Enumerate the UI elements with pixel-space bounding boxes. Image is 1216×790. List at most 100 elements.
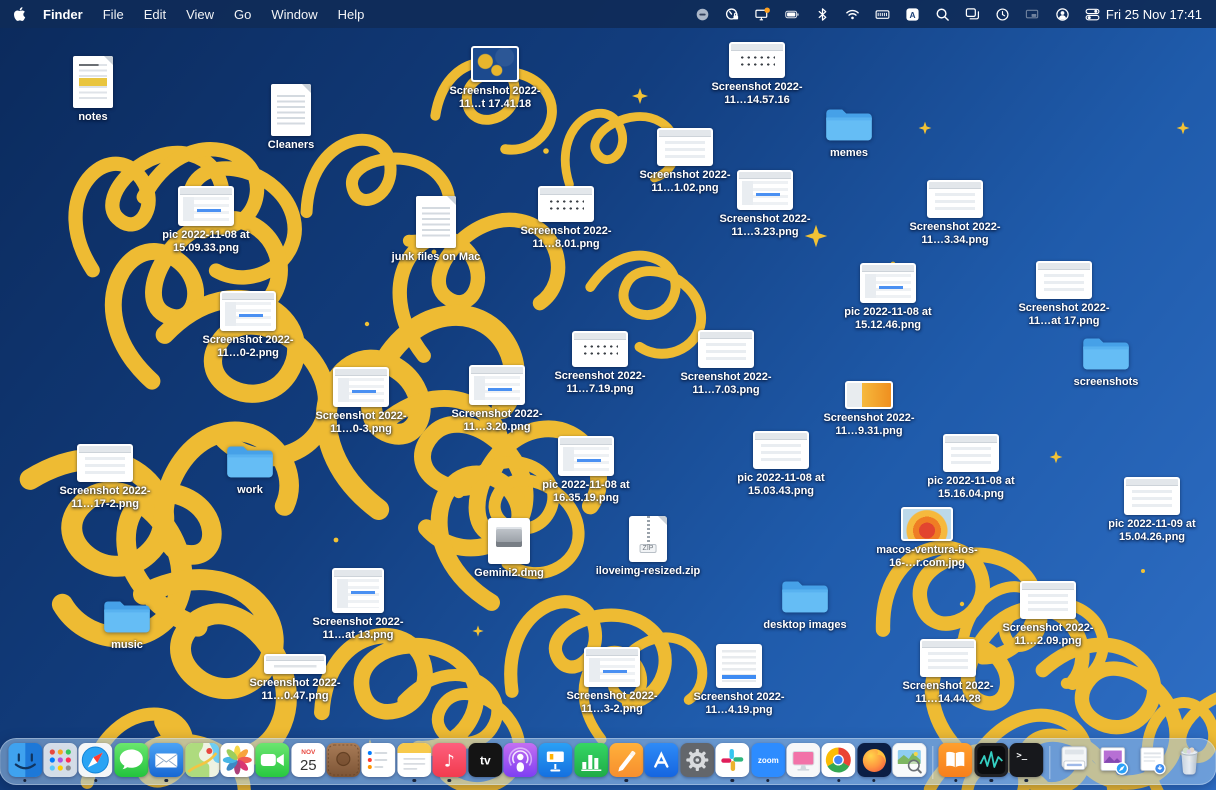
dock-contacts-icon[interactable] xyxy=(326,743,360,782)
desktop-icon[interactable]: work xyxy=(195,441,305,497)
desktop-icon[interactable]: Cleaners xyxy=(236,84,346,152)
dock-keynote-icon[interactable] xyxy=(539,743,573,782)
do-not-disturb-icon[interactable] xyxy=(695,7,710,22)
dock-mail-icon[interactable] xyxy=(150,743,184,782)
dock-photos-icon[interactable] xyxy=(220,743,254,782)
dock-slack-icon[interactable] xyxy=(716,743,750,782)
keyboard-viewer-icon[interactable] xyxy=(875,7,890,22)
dock-calendar-icon[interactable]: NOV25 xyxy=(291,743,325,782)
menu-window[interactable]: Window xyxy=(271,7,317,22)
dock-activity-icon[interactable] xyxy=(974,743,1008,782)
dock-separator xyxy=(932,746,933,779)
spotlight-icon[interactable] xyxy=(935,7,950,22)
desktop-icon[interactable]: Screenshot 2022-11…3.34.png xyxy=(900,180,1010,247)
dock-messages-icon[interactable] xyxy=(114,743,148,782)
desktop-icon[interactable]: screenshots xyxy=(1051,333,1161,389)
menu-go[interactable]: Go xyxy=(234,7,251,22)
desktop-icon[interactable]: Screenshot 2022-11…t 17.41.18 xyxy=(440,46,550,111)
dock-music-icon[interactable]: ♪ xyxy=(433,743,467,782)
screen-mirroring-icon[interactable] xyxy=(1025,7,1040,22)
user-account-icon[interactable] xyxy=(1055,7,1070,22)
desktop-icon[interactable]: pic 2022-11-08 at 16.35.19.png xyxy=(531,436,641,505)
menu-file[interactable]: File xyxy=(103,7,124,22)
menu-edit[interactable]: Edit xyxy=(144,7,166,22)
dock-podcasts-icon[interactable] xyxy=(503,743,537,782)
bluetooth-icon[interactable] xyxy=(815,7,830,22)
win-thumbnail xyxy=(1124,477,1180,515)
desktop-icon-label: Screenshot 2022-11…3.23.png xyxy=(710,213,820,239)
dock-reminders-icon[interactable] xyxy=(362,743,396,782)
dock-launchpad-icon[interactable] xyxy=(43,743,77,782)
dock-numbers-icon[interactable] xyxy=(574,743,608,782)
menu-view[interactable]: View xyxy=(186,7,214,22)
dock-finder-icon[interactable] xyxy=(8,743,42,782)
desktop-icon[interactable]: Screenshot 2022-11…0-2.png xyxy=(193,291,303,360)
menu-app-name[interactable]: Finder xyxy=(43,7,83,22)
desktop-icon[interactable]: Screenshot 2022-11…4.19.png xyxy=(684,644,794,717)
desktop-icon[interactable]: Screenshot 2022-11…2.09.png xyxy=(993,581,1103,648)
window-switcher-icon[interactable] xyxy=(965,7,980,22)
desktop-icon[interactable]: Screenshot 2022-11…7.03.png xyxy=(671,330,781,397)
dock-facetime-icon[interactable] xyxy=(256,743,290,782)
desktop-icon[interactable]: Screenshot 2022-11…17-2.png xyxy=(50,444,160,511)
dock-pages-icon[interactable] xyxy=(609,743,643,782)
menu-help[interactable]: Help xyxy=(338,7,365,22)
desktop-icon[interactable]: ZIPiloveimg-resized.zip xyxy=(593,516,703,578)
desktop-icon[interactable]: Screenshot 2022-11…14.44.28 xyxy=(893,639,1003,706)
dock-preview-icon[interactable] xyxy=(892,743,926,782)
desktop-icon[interactable]: Gemini2.dmg xyxy=(454,518,564,580)
wifi-icon[interactable] xyxy=(845,7,860,22)
dock-books-icon[interactable] xyxy=(939,743,973,782)
cleanmymac-icon[interactable] xyxy=(725,7,740,22)
desktop-icon[interactable]: pic 2022-11-08 at 15.03.43.png xyxy=(726,431,836,498)
desktop-icon[interactable]: Screenshot 2022-11…at 13.png xyxy=(303,568,413,642)
svg-text:NOV: NOV xyxy=(301,749,316,756)
dock-stack-doc[interactable] xyxy=(1133,743,1170,782)
dock-display-icon[interactable] xyxy=(786,743,820,782)
control-center-icon[interactable] xyxy=(1085,7,1100,22)
desktop-icon[interactable]: Screenshot 2022-11…9.31.png xyxy=(814,381,924,438)
apple-menu-icon[interactable] xyxy=(14,6,27,22)
dock-zoom-icon[interactable]: zoom xyxy=(751,743,785,782)
input-source-a-icon[interactable]: A xyxy=(905,7,920,22)
desktop-icon[interactable]: pic 2022-11-08 at 15.16.04.png xyxy=(916,434,1026,501)
desktop-icon[interactable]: notes xyxy=(38,56,148,124)
desktop-icon[interactable]: pic 2022-11-08 at 15.09.33.png xyxy=(151,186,261,255)
dock-stack-printer[interactable] xyxy=(1056,743,1093,782)
svg-text:zoom: zoom xyxy=(757,756,778,765)
dock-notes-icon[interactable] xyxy=(397,743,431,782)
desktop-icon[interactable]: Screenshot 2022-11…at 17.png xyxy=(1009,261,1119,328)
display-notification-icon[interactable] xyxy=(755,7,770,22)
desktop-icon[interactable]: Screenshot 2022-11…3-2.png xyxy=(557,647,667,716)
dock-tv-icon[interactable]: tv xyxy=(468,743,502,782)
desktop-icon[interactable]: Screenshot 2022-11…7.19.png xyxy=(545,331,655,396)
dock-appstore-icon[interactable] xyxy=(645,743,679,782)
desktop-icon[interactable]: macos-ventura-ios-16-…r.com.jpg xyxy=(872,507,982,570)
desktop-icon[interactable]: memes xyxy=(794,104,904,160)
desktop-icon[interactable]: pic 2022-11-08 at 15.12.46.png xyxy=(833,263,943,332)
desktop-icon[interactable]: Screenshot 2022-11…3.23.png xyxy=(710,170,820,239)
desktop-icon[interactable]: junk files on Mac xyxy=(381,196,491,264)
menu-clock[interactable]: Fri 25 Nov 17:41 xyxy=(1106,7,1202,22)
desktop-icon[interactable]: Screenshot 2022-11…3.20.png xyxy=(442,365,552,434)
dock-trash-icon[interactable] xyxy=(1171,743,1208,782)
desktop-icon[interactable]: Screenshot 2022-11…14.57.16 xyxy=(702,42,812,107)
dock-chrome-icon[interactable] xyxy=(822,743,856,782)
desktop-icon[interactable]: Screenshot 2022-11…0.47.png xyxy=(240,654,350,703)
menu-bar: Finder File Edit View Go Window Help A Fri 25… xyxy=(0,0,1216,28)
desktop-icon[interactable]: desktop images xyxy=(750,576,860,632)
recent-items-icon[interactable] xyxy=(995,7,1010,22)
doc-thumbnail xyxy=(416,196,456,248)
battery-icon[interactable] xyxy=(785,7,800,22)
dock-terminal-icon[interactable]: >_ xyxy=(1010,743,1044,782)
dock-maps-icon[interactable] xyxy=(185,743,219,782)
doc-notes-thumbnail xyxy=(73,56,113,108)
dock-safari-icon[interactable] xyxy=(79,743,113,782)
desktop-icon[interactable]: Screenshot 2022-11…8.01.png xyxy=(511,186,621,251)
desktop-icon[interactable]: pic 2022-11-09 at 15.04.26.png xyxy=(1097,477,1207,544)
desktop-icon[interactable]: music xyxy=(72,596,182,652)
dock-stack-image[interactable] xyxy=(1094,743,1131,782)
desktop-icon[interactable]: Screenshot 2022-11…0-3.png xyxy=(306,367,416,436)
dock-settings-icon[interactable] xyxy=(680,743,714,782)
dock-firefox-icon[interactable] xyxy=(857,743,891,782)
